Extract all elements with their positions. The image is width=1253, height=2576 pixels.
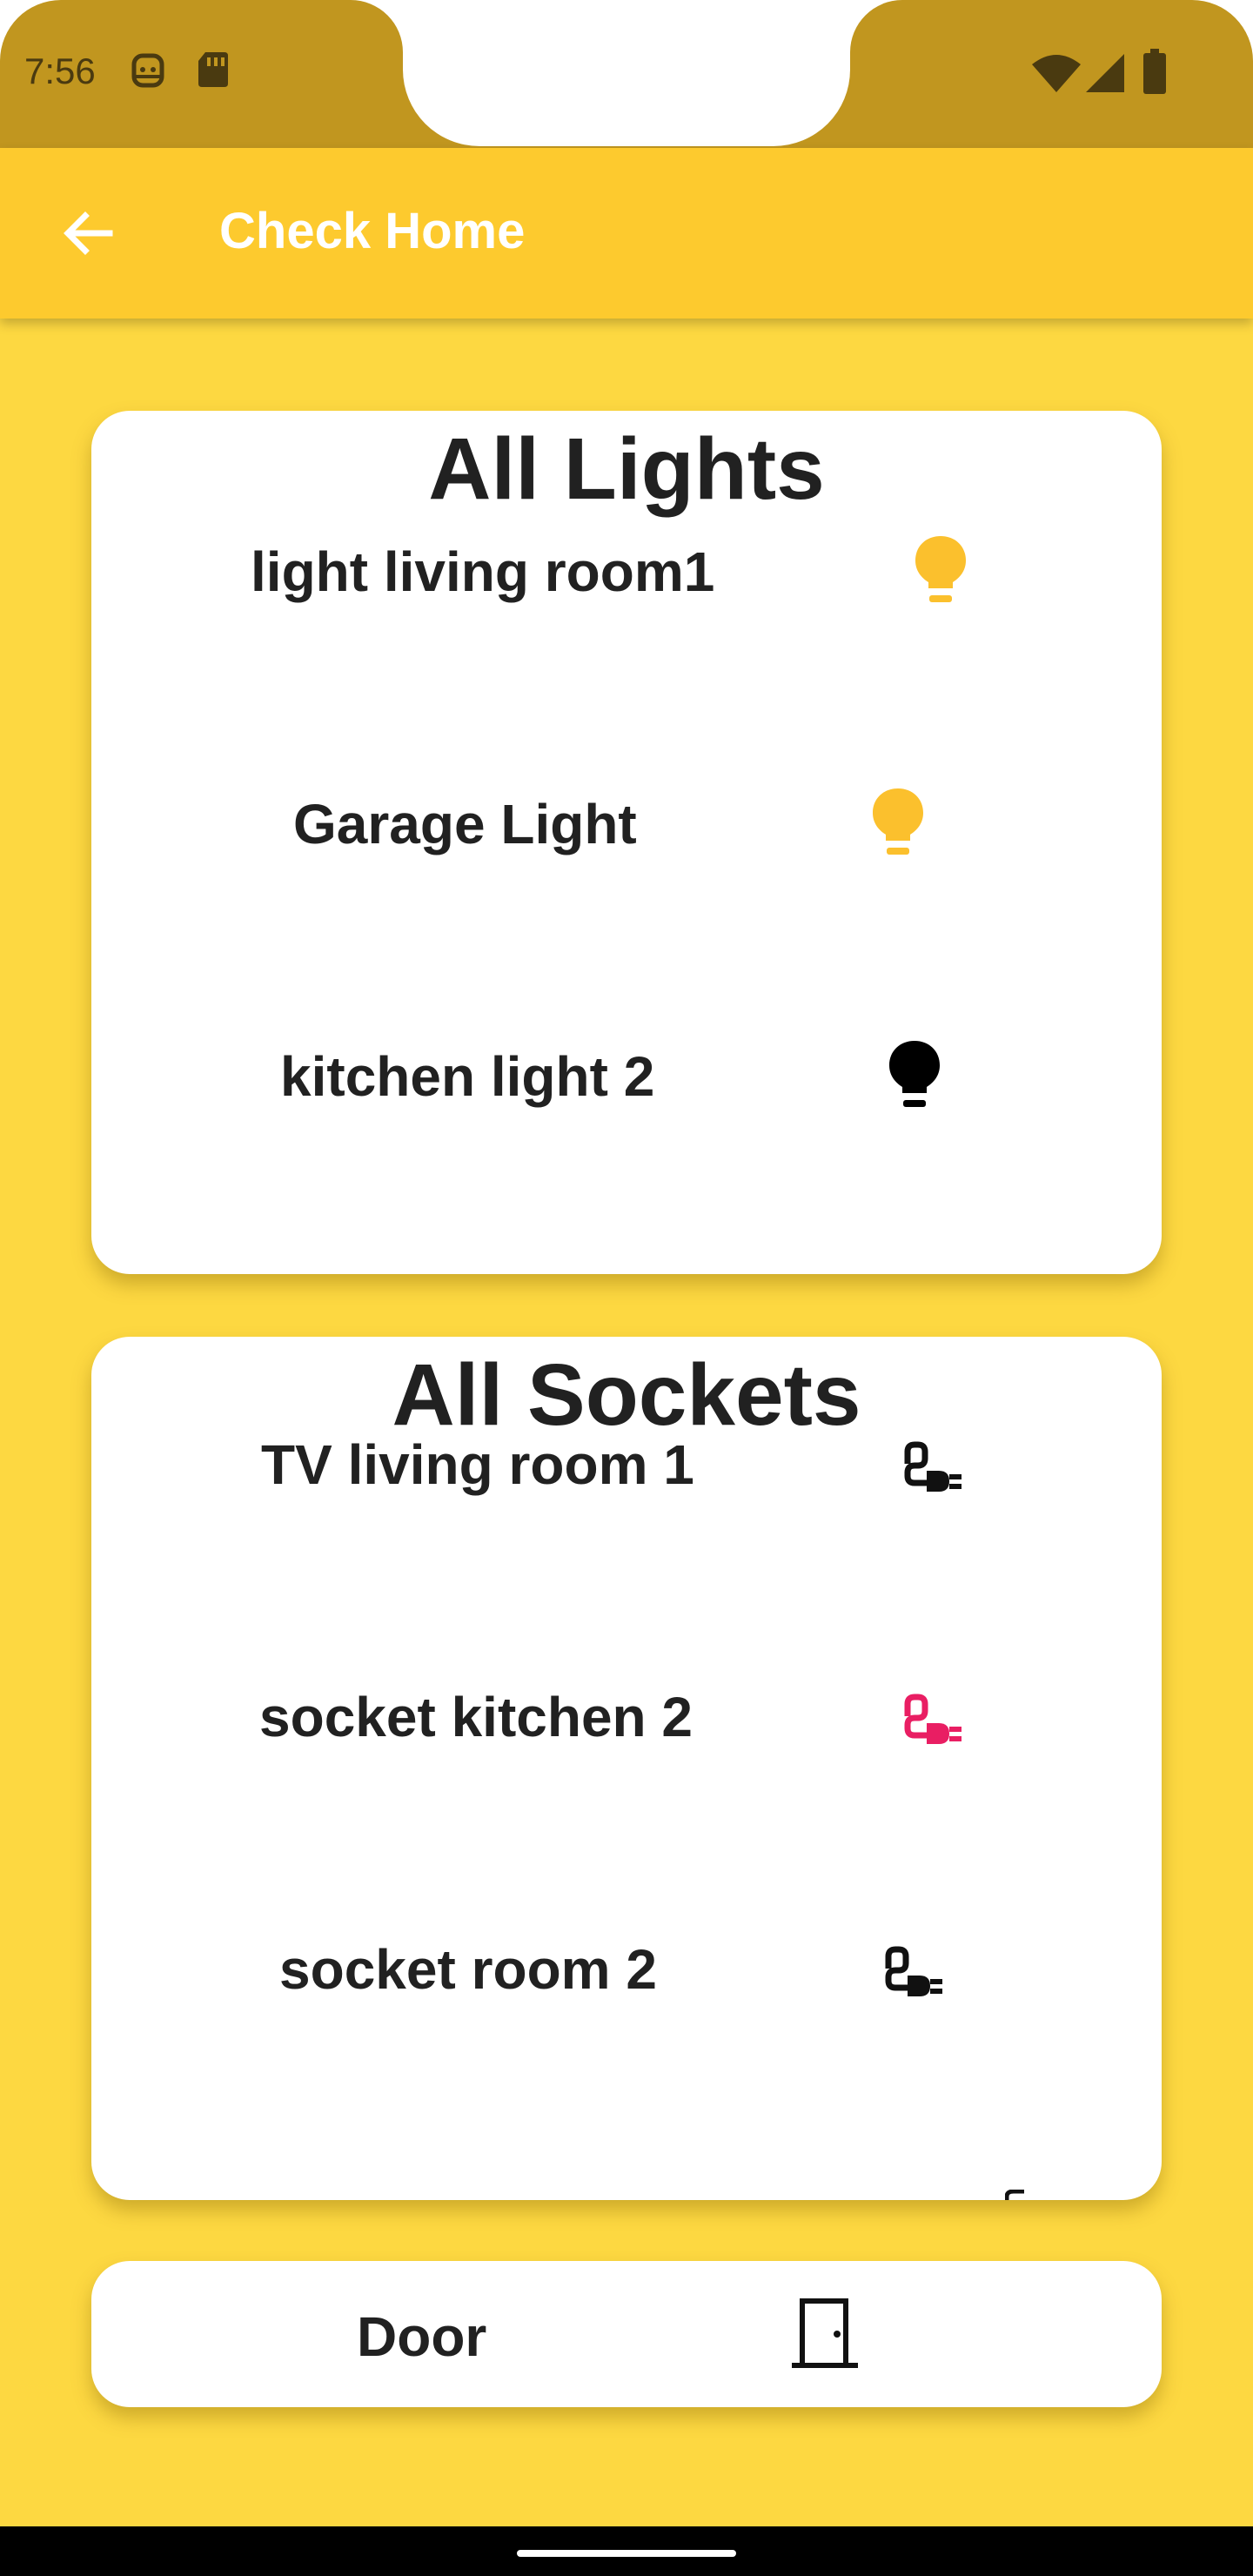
status-bar: 7:56 xyxy=(0,0,1253,148)
socket-item-label: socket room 2 xyxy=(279,1938,657,2001)
door-icon[interactable] xyxy=(790,2296,860,2373)
lights-card-title: All Lights xyxy=(428,420,825,518)
lights-card: All Lights light living room1 Garage Lig… xyxy=(91,411,1162,1274)
camera-notch xyxy=(403,0,850,146)
power-plug-icon[interactable] xyxy=(901,1441,970,1501)
arrow-back-icon xyxy=(64,211,113,255)
battery-icon xyxy=(1143,49,1166,98)
socket-item-label: socket kitchen 2 xyxy=(259,1686,693,1748)
door-card[interactable]: Door xyxy=(91,2261,1162,2407)
home-gesture-handle[interactable] xyxy=(517,2550,736,2557)
light-item-label: light living room1 xyxy=(251,540,715,603)
light-item-label: kitchen light 2 xyxy=(280,1045,655,1108)
sockets-card: All Sockets TV living room 1 socket kitc… xyxy=(91,1337,1162,2200)
app-bar: Check Home xyxy=(0,148,1253,319)
power-plug-icon[interactable] xyxy=(901,1694,970,1754)
power-plug-icon xyxy=(1004,2189,1031,2200)
light-item-label: Garage Light xyxy=(293,793,637,855)
signal-icon xyxy=(1086,54,1124,97)
sockets-card-title: All Sockets xyxy=(392,1346,861,1444)
face-icon xyxy=(131,50,165,93)
lightbulb-icon[interactable] xyxy=(914,534,968,612)
wifi-icon xyxy=(1032,54,1081,97)
page-title: Check Home xyxy=(219,203,526,259)
power-plug-icon[interactable] xyxy=(881,1946,951,2006)
sd-card-icon xyxy=(197,50,230,93)
status-time: 7:56 xyxy=(24,50,96,91)
lightbulb-icon[interactable] xyxy=(871,787,925,864)
back-button[interactable] xyxy=(54,200,120,266)
socket-item-label: TV living room 1 xyxy=(261,1433,694,1496)
door-label: Door xyxy=(357,2305,487,2368)
lightbulb-icon[interactable] xyxy=(888,1039,941,1117)
